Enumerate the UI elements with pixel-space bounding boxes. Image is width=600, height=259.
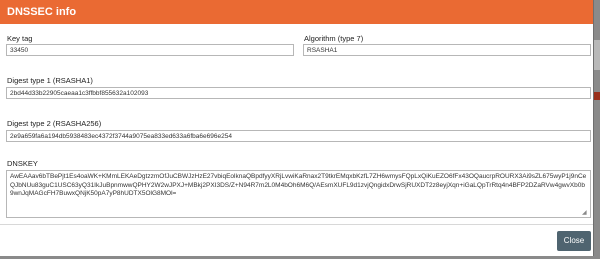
dnskey-label: DNSKEY (7, 159, 38, 168)
dialog-title: DNSSEC info (0, 0, 593, 24)
dnskey-textarea[interactable]: AwEAAav6bTBePjt1Es4oaWK+KMmLEKAeDgtzzmOf… (6, 170, 591, 218)
close-button[interactable]: Close (557, 231, 591, 251)
dialog-footer-divider (0, 224, 593, 225)
digest-type-2-label: Digest type 2 (RSASHA256) (7, 119, 102, 128)
digest-type-2-field[interactable] (6, 130, 591, 142)
dnssec-info-dialog: DNSSEC info Key tag Algorithm (type 7) D… (0, 0, 594, 256)
backdrop-strip (594, 40, 600, 70)
key-tag-label: Key tag (7, 34, 33, 43)
algorithm-label: Algorithm (type 7) (304, 34, 364, 43)
algorithm-field[interactable] (303, 44, 591, 56)
resize-grip-icon[interactable]: ◢ (582, 210, 588, 216)
digest-type-1-field[interactable] (6, 87, 591, 99)
digest-type-1-label: Digest type 1 (RSASHA1) (7, 76, 93, 85)
backdrop-strip-accent (594, 92, 600, 100)
key-tag-field[interactable] (6, 44, 294, 56)
